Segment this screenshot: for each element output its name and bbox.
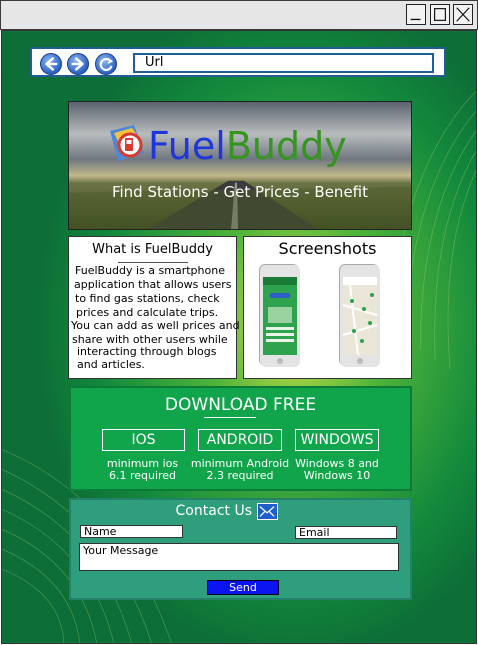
minimize-button[interactable] (406, 4, 426, 25)
ios-requirement: 6.1 required (108, 469, 177, 482)
screenshots-title: Screenshots (278, 239, 377, 258)
reload-button[interactable] (95, 53, 117, 75)
about-line: application that allows users (74, 278, 232, 291)
about-title: What is FuelBuddy (92, 242, 213, 257)
back-button[interactable] (40, 53, 62, 75)
about-line: You can add as well prices and (71, 319, 240, 332)
forward-button[interactable] (67, 53, 89, 75)
about-line: interacting through blogs (77, 345, 217, 358)
brand-part-fuel: Fuel (148, 124, 226, 168)
url-input[interactable]: Url (133, 53, 434, 73)
close-button[interactable] (453, 4, 473, 25)
fuel-pump-logo-icon (104, 123, 148, 163)
windows-requirement: Windows 10 (303, 469, 371, 482)
app-screenshot-1[interactable] (259, 264, 300, 367)
app-screenshot-2[interactable] (339, 264, 380, 367)
android-requirement: 2.3 required (206, 469, 274, 482)
forward-arrow-icon (71, 57, 84, 71)
android-download-button[interactable]: ANDROID (198, 429, 282, 451)
about-line: to find gas stations, check (75, 292, 220, 305)
hero-tagline: Find Stations - Get Prices - Benefit (111, 183, 369, 201)
about-line: prices and calculate trips. (76, 306, 219, 319)
about-line: FuelBuddy is a smartphone (75, 264, 225, 277)
brand-part-buddy: Buddy (225, 124, 347, 168)
email-field[interactable]: Email (295, 526, 397, 539)
minimize-icon (410, 18, 421, 21)
ios-download-button[interactable]: IOS (102, 429, 185, 451)
maximize-icon (434, 8, 446, 21)
maximize-button[interactable] (430, 4, 450, 25)
name-field[interactable]: Name (80, 525, 183, 538)
about-line: and articles. (77, 358, 145, 371)
mail-icon[interactable] (257, 503, 278, 520)
back-arrow-icon (45, 57, 58, 71)
windows-download-button[interactable]: WINDOWS (295, 429, 379, 451)
about-divider (118, 262, 188, 263)
brand-logo-text: FuelBuddy (148, 124, 347, 168)
send-button[interactable]: Send (207, 580, 279, 595)
download-divider (204, 417, 256, 418)
reload-icon (99, 57, 114, 72)
contact-title: Contact Us (175, 503, 252, 519)
download-title: DOWNLOAD FREE (164, 395, 317, 415)
message-field[interactable]: Your Message (79, 543, 399, 571)
close-icon (456, 7, 470, 22)
